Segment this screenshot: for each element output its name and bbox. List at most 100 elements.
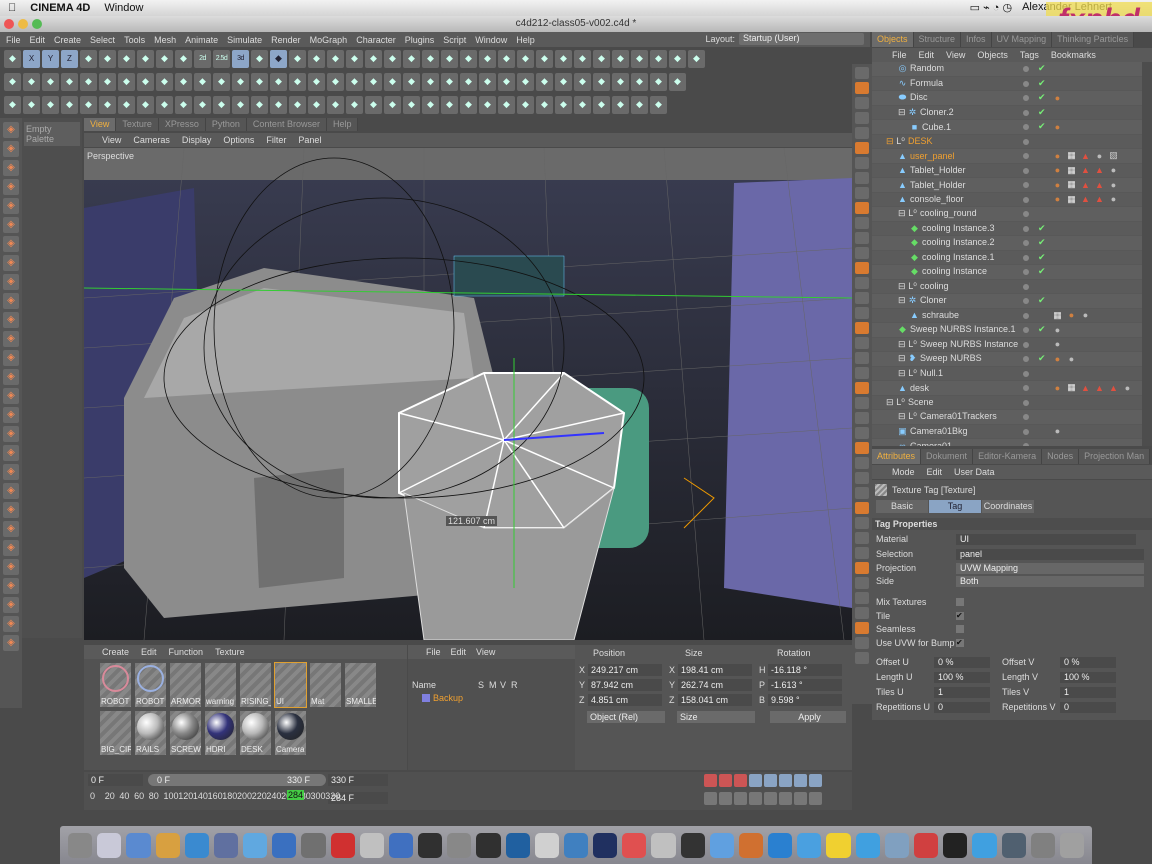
tag-tool-button[interactable] (855, 202, 869, 214)
pla-button[interactable] (809, 774, 822, 787)
visibility-dot[interactable] (1023, 269, 1029, 275)
apply-button[interactable]: Apply (770, 711, 846, 723)
menu-edit[interactable]: Edit (30, 35, 46, 45)
visibility-dot[interactable] (1023, 385, 1029, 391)
extrude-button[interactable]: ◆ (213, 72, 230, 91)
tab-uv-mapping[interactable]: UV Mapping (991, 32, 1053, 47)
visibility-dot[interactable] (1023, 443, 1029, 446)
render-queue-button[interactable]: ◆ (612, 49, 629, 68)
brush-button[interactable]: ◆ (118, 72, 135, 91)
time-button[interactable]: ◆ (346, 95, 363, 114)
tag-tool-button[interactable] (855, 412, 869, 424)
viewport-menu-filter[interactable]: Filter (266, 135, 286, 145)
spline-button[interactable]: ◆ (289, 95, 306, 114)
visibility-dot[interactable] (1023, 225, 1029, 232)
tool-button[interactable]: ◈ (3, 597, 19, 613)
object-row[interactable]: ▲ Tablet_Holder ● ▦ ▲ ▲ ● (872, 164, 1142, 178)
dock-app-icon[interactable] (97, 832, 122, 858)
enabled-check-icon[interactable]: ✔ (1038, 223, 1046, 234)
cloth-button[interactable]: ◆ (156, 72, 173, 91)
menu-file[interactable]: File (6, 35, 21, 45)
visibility-dot[interactable] (1023, 80, 1029, 87)
dock-app-icon[interactable] (184, 832, 209, 858)
sweep-button[interactable]: ◆ (251, 72, 268, 91)
tag-tool-button[interactable] (855, 427, 869, 439)
tag-tool-button[interactable] (855, 352, 869, 364)
checkbox[interactable] (956, 598, 964, 606)
selection-tag-icon[interactable]: ▲ (1108, 382, 1119, 393)
lights-button[interactable]: ◆ (650, 49, 667, 68)
cloner-button[interactable]: ◆ (4, 95, 21, 114)
menu-create[interactable]: Create (54, 35, 81, 45)
material-tag-icon[interactable]: ● (1122, 382, 1133, 393)
matrix-button[interactable]: ◆ (574, 49, 591, 68)
enabled-check-icon[interactable]: ✔ (1038, 237, 1046, 248)
tag-tool-button[interactable] (855, 517, 869, 529)
expand-toggle[interactable]: ⊟ (886, 136, 896, 146)
object-row[interactable]: ▲ console_floor ● ▦ ▲ ▲ ● (872, 193, 1142, 207)
coord-field[interactable]: -16.118 ° (768, 664, 842, 676)
material-swatch[interactable]: Mat (310, 663, 341, 707)
target-button[interactable]: ◆ (327, 95, 344, 114)
object-row[interactable]: ∿ Formula ✔ (872, 77, 1142, 91)
menu-mesh[interactable]: Mesh (154, 35, 176, 45)
tag-tool-button[interactable] (855, 592, 869, 604)
expand-toggle[interactable]: ⊟ (898, 411, 908, 421)
dock-app-icon[interactable] (826, 832, 851, 858)
tool-button[interactable]: ◈ (3, 502, 19, 518)
tag-tool-button[interactable] (855, 157, 869, 169)
autokey-button[interactable] (719, 774, 732, 787)
phong-tag-icon[interactable]: ● (1052, 121, 1063, 132)
selection-tag-icon[interactable]: ▲ (1080, 194, 1091, 205)
move-button[interactable]: ◆ (251, 49, 268, 68)
render-button[interactable]: ◆ (441, 49, 458, 68)
grid-button[interactable]: ◆ (175, 72, 192, 91)
bevel-button[interactable]: ◆ (194, 72, 211, 91)
menu-select[interactable]: Select (90, 35, 115, 45)
phong-tag-icon[interactable]: ● (1052, 353, 1063, 364)
live-select-button[interactable]: ◆ (175, 49, 192, 68)
bend-button[interactable]: ◆ (460, 72, 477, 91)
tag-tool-button[interactable] (855, 67, 869, 79)
cloner-button[interactable]: ◆ (517, 49, 534, 68)
param-button[interactable] (794, 774, 807, 787)
layer-menu-edit[interactable]: Edit (451, 647, 467, 657)
tracer-button[interactable]: ◆ (137, 95, 154, 114)
tag-tool-button[interactable] (855, 262, 869, 274)
tag-tool-button[interactable] (855, 277, 869, 289)
taper-button[interactable]: ◆ (536, 72, 553, 91)
tab-infos[interactable]: Infos (961, 32, 992, 47)
uvw-tag-icon[interactable]: ▦ (1066, 179, 1077, 190)
tab-objects[interactable]: Objects (872, 32, 914, 47)
scale-button[interactable] (764, 774, 777, 787)
model-button[interactable]: ◆ (99, 49, 116, 68)
visibility-dot[interactable] (1023, 196, 1029, 203)
formula-button[interactable]: ◆ (194, 95, 211, 114)
dock-app-icon[interactable] (1030, 832, 1055, 858)
menu-render[interactable]: Render (271, 35, 301, 45)
tag-tool-button[interactable] (855, 547, 869, 559)
material-swatch[interactable]: BIG_CIR (100, 711, 131, 755)
material-menu-create[interactable]: Create (102, 647, 129, 657)
mograph-button[interactable]: ◆ (498, 49, 515, 68)
enabled-check-icon[interactable]: ✔ (1038, 324, 1046, 335)
selection-tag-icon[interactable]: ▲ (1080, 382, 1091, 393)
tag-tool-button[interactable] (855, 142, 869, 154)
voronoi-button[interactable]: ◆ (555, 49, 572, 68)
metaball-button[interactable]: ◆ (384, 72, 401, 91)
tag-tool-button[interactable] (855, 307, 869, 319)
selection-tag-icon[interactable]: ▲ (1080, 179, 1091, 190)
checkbox[interactable]: ✔ (956, 638, 964, 647)
next-frame-button[interactable] (764, 792, 777, 805)
material-swatch[interactable]: HDRI (205, 711, 236, 755)
layer-menu-view[interactable]: View (476, 647, 495, 657)
2.5d-button[interactable]: 2.5d (213, 49, 230, 68)
visibility-dot[interactable] (1023, 356, 1029, 362)
menu-plugins[interactable]: Plugins (405, 35, 435, 45)
objects-menu-file[interactable]: File (892, 50, 907, 60)
phong-tag-icon[interactable]: ● (1052, 382, 1063, 393)
boole-button[interactable]: ◆ (308, 72, 325, 91)
dock-app-icon[interactable] (797, 832, 822, 858)
visibility-dot[interactable] (1023, 254, 1029, 261)
menu-mograph[interactable]: MoGraph (310, 35, 348, 45)
